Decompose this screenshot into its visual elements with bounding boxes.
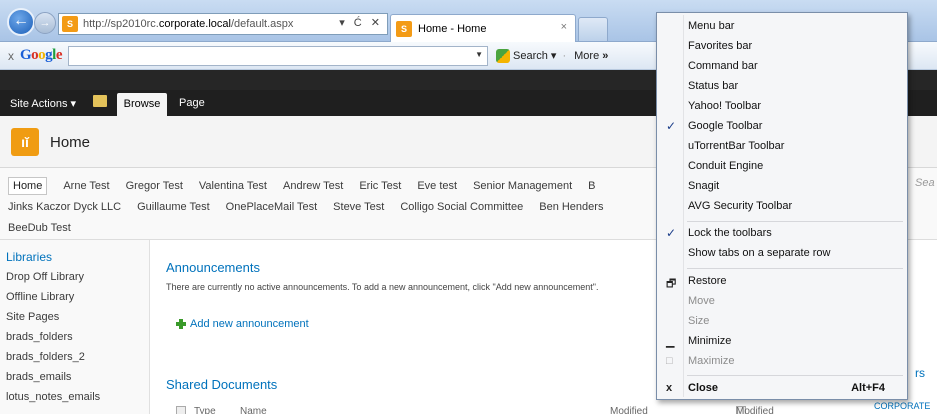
quick-launch-link[interactable]: Drop Off Library <box>6 271 84 283</box>
menu-item-google-toolbar[interactable]: ✓ Google Toolbar <box>657 117 907 137</box>
column-name[interactable]: Name <box>240 406 267 414</box>
menu-item-conduit-engine[interactable]: Conduit Engine <box>657 157 907 177</box>
nav-item[interactable]: Colligo Social Committee <box>400 201 523 213</box>
nav-item[interactable]: Jinks Kaczor Dyck LLC <box>8 201 121 213</box>
announcements-empty-text: There are currently no active announceme… <box>166 282 599 292</box>
column-modified[interactable]: Modified <box>610 406 648 414</box>
page-title: Home <box>50 134 91 151</box>
search-icon <box>496 48 511 63</box>
close-shortcut: Alt+F4 <box>851 382 885 394</box>
tab-page[interactable]: Page <box>179 97 205 109</box>
toolbar-separator: · <box>562 49 567 62</box>
quick-launch-link[interactable]: brads_folders <box>6 331 73 343</box>
nav-item-home[interactable]: Home <box>8 177 48 195</box>
google-logo: Google <box>20 47 63 63</box>
column-type[interactable]: Type <box>194 406 216 414</box>
menu-item-menu-bar[interactable]: Menu bar <box>657 17 907 37</box>
forward-button[interactable]: → <box>34 12 56 34</box>
nav-item[interactable]: B <box>588 180 595 195</box>
quick-launch-heading[interactable]: Libraries <box>6 250 52 264</box>
shared-documents-title[interactable]: Shared Documents <box>166 377 277 392</box>
address-buttons[interactable]: ▾ Ć ✕ <box>339 16 383 29</box>
menu-item-restore[interactable]: 🗗 Restore <box>657 272 907 292</box>
menu-separator <box>687 221 903 222</box>
nav-item[interactable]: OnePlaceMail Test <box>226 201 318 213</box>
quick-launch-link[interactable]: Offline Library <box>6 291 74 303</box>
quick-launch-link[interactable]: lotus_notes_emails <box>6 391 100 403</box>
checkmark-icon: ✓ <box>666 226 677 240</box>
arrow-left-icon: ← <box>13 12 29 29</box>
menu-item-command-bar[interactable]: Command bar <box>657 57 907 77</box>
menu-item-yahoo-toolbar[interactable]: Yahoo! Toolbar <box>657 97 907 117</box>
more-button[interactable]: More » <box>574 50 608 62</box>
site-actions-menu[interactable]: Site Actions ▾ <box>10 97 76 110</box>
nav-item[interactable]: Eric Test <box>359 180 401 195</box>
minimize-icon: ▁ <box>666 336 675 348</box>
back-button[interactable]: ← <box>7 8 35 36</box>
menu-item-favorites-bar[interactable]: Favorites bar <box>657 37 907 57</box>
quick-launch-link[interactable]: brads_emails <box>6 371 71 383</box>
nav-item[interactable]: Steve Test <box>333 201 384 213</box>
nav-row-1: Home Arne Test Gregor Test Valentina Tes… <box>8 177 611 195</box>
quick-launch-link[interactable]: Site Pages <box>6 311 59 323</box>
tab-favicon-icon: S <box>396 20 412 37</box>
nav-item[interactable]: BeeDub Test <box>8 222 71 234</box>
nav-item[interactable]: Eve test <box>417 180 457 195</box>
right-webpart-link-stub[interactable]: CORPORATE <box>874 401 930 411</box>
tab-home[interactable]: S Home - Home × <box>390 14 576 42</box>
menu-item-avg-security-toolbar[interactable]: AVG Security Toolbar <box>657 197 907 217</box>
search-box-stub[interactable]: Sea <box>915 177 935 189</box>
menu-item-maximize: □ Maximize <box>666 355 735 367</box>
quick-launch: Libraries Drop Off Library Offline Libra… <box>0 240 150 414</box>
menu-item-size: Size <box>688 315 710 327</box>
new-tab-button[interactable] <box>578 17 608 41</box>
plus-icon <box>176 319 186 329</box>
menu-separator <box>687 268 903 269</box>
nav-row-3: BeeDub Test <box>8 222 87 234</box>
menu-separator <box>687 375 903 376</box>
nav-item[interactable]: Ben Henders <box>539 201 603 213</box>
menu-item-move: Move <box>688 295 715 307</box>
dropdown-arrow-icon[interactable]: ▼ <box>475 50 483 59</box>
nav-item[interactable]: Andrew Test <box>283 180 343 195</box>
toolbar-close-icon[interactable]: x <box>8 49 14 63</box>
tab-browse[interactable]: Browse <box>117 93 167 116</box>
tab-title: Home - Home <box>418 22 487 35</box>
google-search-input[interactable]: ▼ <box>68 45 489 66</box>
menu-item-snagit[interactable]: Snagit <box>657 177 907 197</box>
nav-item[interactable]: Valentina Test <box>199 180 267 195</box>
menu-item-utorrentbar-toolbar[interactable]: uTorrentBar Toolbar <box>657 137 907 157</box>
nav-item[interactable]: Gregor Test <box>126 180 183 195</box>
arrow-right-icon: → <box>39 17 51 29</box>
nav-row-2: Jinks Kaczor Dyck LLC Guillaume Test One… <box>8 201 619 213</box>
tab-close-icon[interactable]: × <box>561 21 567 33</box>
address-url[interactable]: http://sp2010rc.corporate.local/default.… <box>83 18 293 30</box>
add-announcement-link[interactable]: Add new announcement <box>176 318 309 330</box>
menu-item-status-bar[interactable]: Status bar <box>657 77 907 97</box>
nav-item[interactable]: Arne Test <box>63 180 109 195</box>
menu-item-minimize[interactable]: ▁ Minimize <box>657 332 907 352</box>
checkbox-icon <box>176 406 186 414</box>
sharepoint-favicon-icon: S <box>62 16 78 32</box>
documents-column-headers: Type Name Modified Modified By <box>176 406 936 414</box>
checkmark-icon: ✓ <box>666 119 677 133</box>
right-webpart-title-stub[interactable]: rs <box>915 366 925 380</box>
menu-item-close[interactable]: x Close Alt+F4 <box>657 379 907 399</box>
site-logo-icon: ıĭ <box>11 128 39 156</box>
nav-item[interactable]: Guillaume Test <box>137 201 210 213</box>
google-search-button[interactable]: Search ▾ <box>496 48 556 63</box>
quick-launch-link[interactable]: brads_folders_2 <box>6 351 85 363</box>
nav-item[interactable]: Senior Management <box>473 180 572 195</box>
menu-item-show-tabs-separate-row[interactable]: Show tabs on a separate row <box>657 244 907 264</box>
close-icon: x <box>666 382 673 394</box>
menu-item-lock-toolbars[interactable]: ✓ Lock the toolbars <box>657 224 907 244</box>
address-bar[interactable]: S http://sp2010rc.corporate.local/defaul… <box>58 13 388 35</box>
toolbar-context-menu: Menu bar Favorites bar Command bar Statu… <box>656 12 908 400</box>
maximize-icon: □ <box>666 355 673 367</box>
announcements-title[interactable]: Announcements <box>166 260 260 275</box>
navigate-up-icon[interactable] <box>93 95 107 107</box>
